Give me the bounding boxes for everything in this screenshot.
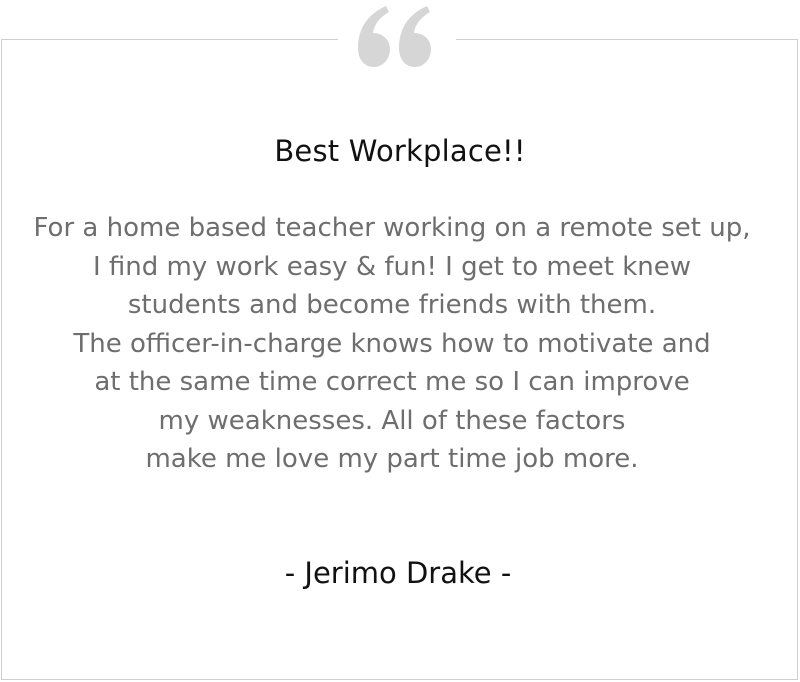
body-line: my weaknesses. All of these factors <box>158 405 626 436</box>
body-line: at the same time correct me so I can imp… <box>94 367 690 397</box>
body-line: For a home based teacher working on a re… <box>33 213 751 243</box>
quote-icon <box>352 0 442 72</box>
body-line: make me love my part time job more. <box>145 444 639 474</box>
body-line: The officer-in-charge knows how to motiv… <box>73 328 711 359</box>
body-line: students and become friends with them. <box>127 290 657 320</box>
testimonial-author: - Jerimo Drake - <box>284 556 512 590</box>
testimonial-body: For a home based teacher working on a re… <box>0 209 784 479</box>
body-line: I find my work easy & fun! I get to meet… <box>92 251 691 282</box>
testimonial-title: Best Workplace!! <box>274 134 526 168</box>
